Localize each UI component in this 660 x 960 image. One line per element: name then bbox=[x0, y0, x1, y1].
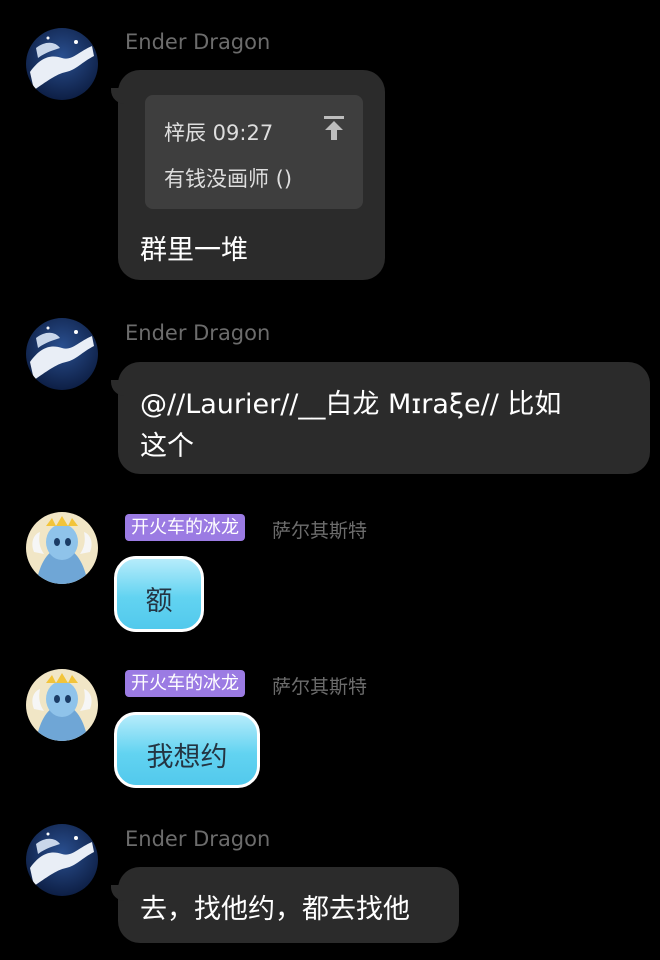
sender-name[interactable]: Ender Dragon bbox=[125, 321, 270, 345]
quote-text: 有钱没画师 () bbox=[164, 167, 293, 191]
white-dragon-avatar-icon[interactable] bbox=[26, 824, 98, 896]
sender-name[interactable]: Ender Dragon bbox=[125, 30, 270, 54]
jump-to-original-icon[interactable] bbox=[323, 115, 345, 148]
white-dragon-avatar-icon[interactable] bbox=[26, 318, 98, 390]
sender-name[interactable]: 萨尔其斯特 bbox=[272, 516, 367, 543]
message-bubble[interactable]: 去，找他约，都去找他 bbox=[111, 867, 459, 943]
message-text: 群里一堆 bbox=[140, 235, 248, 266]
message-bubble[interactable]: 我想约 bbox=[114, 712, 260, 788]
message-1: Ender Dragon 梓辰 09:27 有钱没画师 () 群里一堆 bbox=[0, 0, 660, 300]
title-badge: 开火车的冰龙 bbox=[125, 670, 245, 697]
white-dragon-avatar-icon[interactable] bbox=[26, 28, 98, 100]
quote-author-time: 梓辰 09:27 bbox=[164, 121, 274, 145]
message-bubble[interactable]: @//Laurier//__白龙 Mɪraξe// 比如 这个 bbox=[111, 362, 650, 474]
sender-name[interactable]: Ender Dragon bbox=[125, 827, 270, 851]
message-text-line-1: @//Laurier//__白龙 Mɪraξe// 比如 bbox=[140, 389, 562, 420]
title-badge: 开火车的冰龙 bbox=[125, 514, 245, 541]
message-4: 开火车的冰龙 萨尔其斯特 我想约 bbox=[0, 655, 660, 805]
message-3: 开火车的冰龙 萨尔其斯特 额 bbox=[0, 500, 660, 650]
blue-dragon-avatar-icon[interactable] bbox=[26, 512, 98, 584]
message-text: 我想约 bbox=[146, 742, 228, 773]
message-bubble[interactable]: 梓辰 09:27 有钱没画师 () 群里一堆 bbox=[111, 70, 385, 280]
message-text-line-2: 这个 bbox=[140, 431, 194, 462]
message-2: Ender Dragon @//Laurier//__白龙 Mɪraξe// 比… bbox=[0, 300, 660, 490]
message-text: 额 bbox=[145, 586, 173, 617]
quoted-message[interactable]: 梓辰 09:27 有钱没画师 () bbox=[145, 95, 363, 209]
sender-name[interactable]: 萨尔其斯特 bbox=[272, 672, 367, 699]
message-5: Ender Dragon 去，找他约，都去找他 bbox=[0, 810, 660, 960]
message-text: 去，找他约，都去找他 bbox=[140, 894, 410, 925]
blue-dragon-avatar-icon[interactable] bbox=[26, 669, 98, 741]
message-bubble[interactable]: 额 bbox=[114, 556, 204, 632]
